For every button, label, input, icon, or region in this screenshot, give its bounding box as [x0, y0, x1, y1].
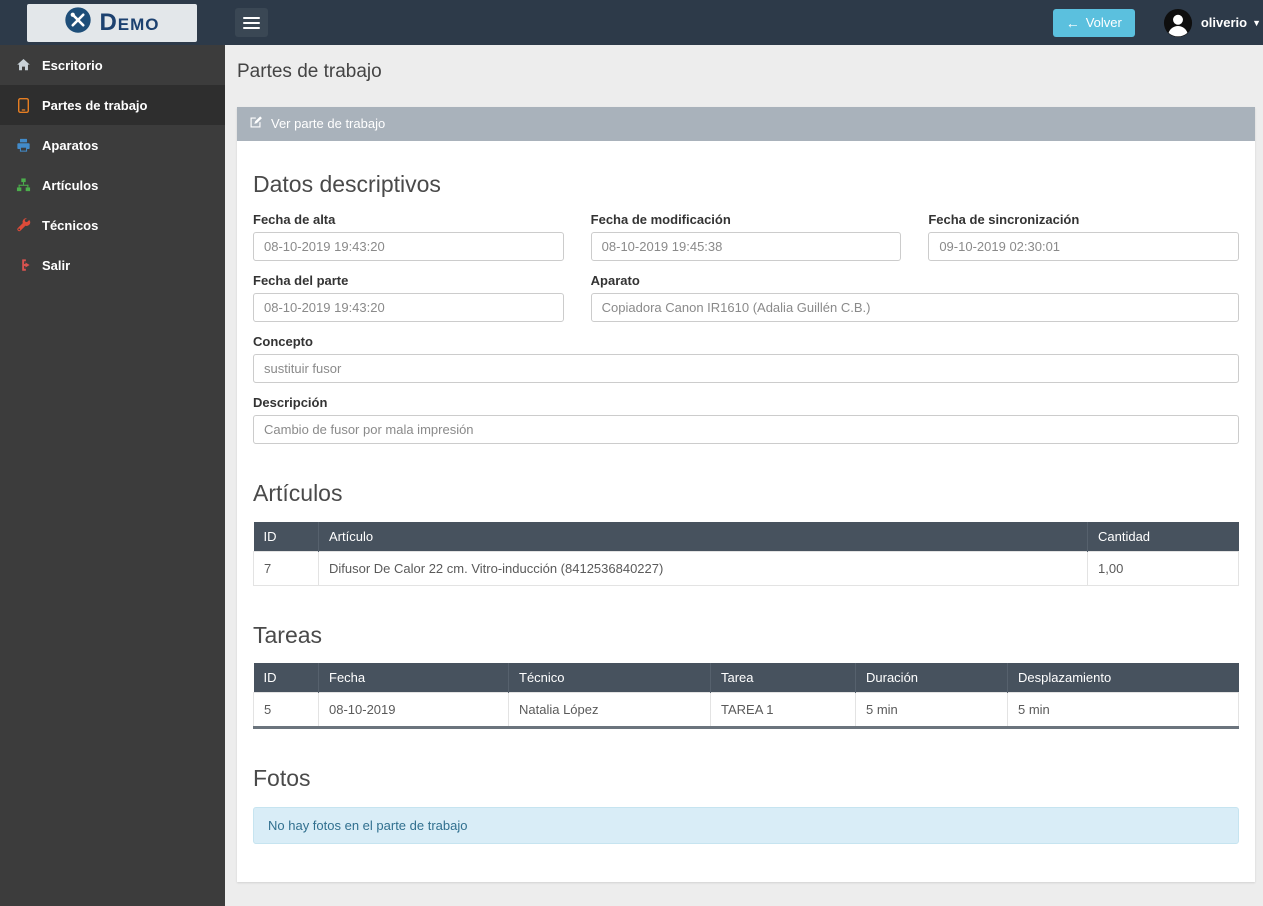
sidebar-item-label: Técnicos [42, 217, 99, 233]
sidebar: Escritorio Partes de trabajo Aparatos Ar… [0, 45, 225, 906]
field-label: Concepto [253, 334, 313, 350]
panel-title: Ver parte de trabajo [271, 116, 386, 132]
fecha-del-parte-input[interactable] [253, 293, 564, 323]
concepto-input[interactable] [253, 354, 1239, 384]
sidebar-item-label: Artículos [42, 177, 99, 193]
no-photos-alert: No hay fotos en el parte de trabajo [253, 806, 1239, 844]
field-label: Fecha del parte [253, 273, 349, 289]
topbar-right: ← Volver oliverio ▼ [1052, 8, 1263, 38]
cell-id: 7 [253, 550, 319, 586]
cell-cantidad: 1,00 [1087, 550, 1239, 586]
field-label: Descripción [253, 395, 328, 411]
field-concepto: Concepto [253, 334, 1239, 384]
sidebar-item-label: Partes de trabajo [42, 97, 148, 113]
panel-header: Ver parte de trabajo [237, 106, 1255, 141]
sidebar-item-label: Aparatos [42, 137, 99, 153]
cell-desplazamiento: 5 min [1007, 692, 1239, 729]
field-label: Aparato [590, 273, 640, 289]
field-fecha-del-parte: Fecha del parte [253, 273, 564, 323]
topbar: Demo ← Volver oliverio ▼ [0, 0, 1263, 45]
articulos-table: ID Artículo Cantidad 7 Difusor De Calor … [253, 521, 1239, 586]
aparato-input[interactable] [590, 293, 1239, 323]
section-title-tareas: Tareas [253, 621, 323, 648]
field-label: Fecha de modificación [590, 212, 731, 228]
fecha-de-modificacion-input[interactable] [590, 232, 902, 262]
field-aparato: Aparato [590, 273, 1239, 323]
sidebar-item-aparatos[interactable]: Aparatos [0, 125, 225, 165]
articulos-table-row: 7 Difusor De Calor 22 cm. Vitro-inducció… [253, 550, 1239, 586]
field-fecha-de-modificacion: Fecha de modificación [590, 212, 902, 262]
sidebar-item-tecnicos[interactable]: Técnicos [0, 205, 225, 245]
sign-out-icon [15, 258, 31, 272]
field-fecha-de-alta: Fecha de alta [253, 212, 564, 262]
cell-articulo: Difusor De Calor 22 cm. Vitro-inducción … [318, 550, 1088, 586]
cell-tecnico: Natalia López [508, 692, 711, 729]
column-header-tarea: Tarea [710, 663, 856, 693]
fecha-de-alta-input[interactable] [253, 232, 564, 262]
main-content: Partes de trabajo Ver parte de trabajo D… [225, 45, 1263, 906]
tareas-header-row: ID Fecha Técnico Tarea Duración Desplaza… [253, 663, 1239, 693]
column-header-fecha: Fecha [318, 663, 509, 693]
volver-label: Volver [1085, 15, 1122, 30]
volver-button[interactable]: ← Volver [1052, 8, 1135, 37]
section-title-fotos: Fotos [253, 765, 311, 792]
sitemap-icon [15, 178, 31, 192]
wrench-icon [15, 218, 31, 232]
fecha-de-sincronizacion-input[interactable] [928, 232, 1239, 262]
column-header-duracion: Duración [855, 663, 1008, 693]
app-logo[interactable]: Demo [27, 3, 197, 42]
tools-logo-icon [64, 6, 92, 39]
column-header-id: ID [253, 663, 319, 693]
field-label: Fecha de alta [253, 212, 336, 228]
field-fecha-de-sincronizacion: Fecha de sincronización [928, 212, 1239, 262]
field-label: Fecha de sincronización [928, 212, 1080, 228]
back-arrow-icon: ← [1065, 14, 1080, 31]
column-header-articulo: Artículo [318, 521, 1088, 552]
cell-fecha: 08-10-2019 [318, 692, 509, 729]
cell-duracion: 5 min [855, 692, 1008, 729]
work-order-panel: Ver parte de trabajo Datos descriptivos … [237, 106, 1255, 882]
field-descripcion: Descripción [253, 395, 1239, 445]
panel-body: Datos descriptivos Fecha de alta Fecha d… [237, 141, 1255, 882]
home-icon [15, 58, 31, 72]
descripcion-input[interactable] [253, 415, 1239, 445]
column-header-desplazamiento: Desplazamiento [1007, 663, 1239, 693]
user-avatar[interactable] [1163, 8, 1193, 38]
section-title-datos: Datos descriptivos [253, 170, 441, 197]
device-icon [15, 138, 31, 152]
caret-down-icon[interactable]: ▼ [1252, 18, 1261, 28]
sidebar-item-label: Escritorio [42, 57, 103, 73]
logo-text: Demo [99, 8, 160, 36]
sidebar-item-partes-de-trabajo[interactable]: Partes de trabajo [0, 85, 225, 125]
cell-tarea: TAREA 1 [710, 692, 856, 729]
section-title-articulos: Artículos [253, 480, 343, 507]
page-title: Partes de trabajo [237, 61, 382, 82]
cell-id: 5 [253, 692, 319, 729]
sidebar-item-articulos[interactable]: Artículos [0, 165, 225, 205]
column-header-tecnico: Técnico [508, 663, 711, 693]
column-header-cantidad: Cantidad [1087, 521, 1239, 552]
sidebar-item-escritorio[interactable]: Escritorio [0, 45, 225, 85]
column-header-id: ID [253, 521, 319, 552]
tareas-table-row: 5 08-10-2019 Natalia López TAREA 1 5 min… [253, 692, 1239, 729]
edit-icon [249, 115, 263, 132]
hamburger-icon [243, 16, 260, 19]
datos-form: Fecha de alta Fecha de modificación Fech… [253, 212, 1239, 445]
articulos-header-row: ID Artículo Cantidad [253, 521, 1239, 552]
sidebar-item-label: Salir [42, 257, 71, 273]
tablet-icon [15, 97, 31, 113]
sidebar-toggle-button[interactable] [235, 8, 268, 37]
sidebar-item-salir[interactable]: Salir [0, 245, 225, 285]
username-menu[interactable]: oliverio [1201, 15, 1247, 30]
tareas-table: ID Fecha Técnico Tarea Duración Desplaza… [253, 663, 1239, 730]
